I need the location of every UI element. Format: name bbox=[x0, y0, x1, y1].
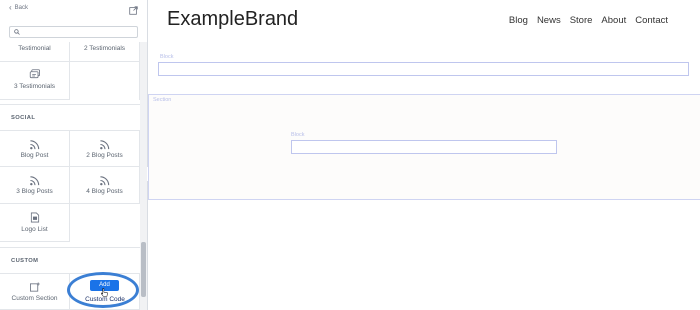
element-tile-2-testimonials[interactable]: 2 Testimonials bbox=[70, 42, 140, 62]
external-link-icon[interactable] bbox=[129, 6, 138, 15]
element-tile-3-testimonials[interactable]: 3 Testimonials bbox=[0, 62, 70, 100]
app-root: ‹ Back Testimonial 2 Testimonials 3 Test… bbox=[0, 0, 700, 310]
logo-list-icon bbox=[30, 212, 39, 223]
nav-link-store[interactable]: Store bbox=[570, 15, 593, 26]
element-sidebar: ‹ Back Testimonial 2 Testimonials 3 Test… bbox=[0, 0, 148, 310]
add-section-icon bbox=[29, 282, 40, 292]
empty-section[interactable]: Section Block bbox=[148, 94, 700, 200]
rss-icon bbox=[29, 176, 39, 186]
tile-label: Logo List bbox=[21, 226, 48, 233]
pointer-cursor-icon bbox=[101, 288, 108, 297]
rss-icon bbox=[29, 140, 39, 150]
back-link[interactable]: ‹ Back bbox=[9, 3, 29, 12]
sidebar-scrollbar[interactable] bbox=[140, 42, 147, 310]
back-label: Back bbox=[14, 5, 29, 11]
element-tile-4-blog-posts[interactable]: 4 Blog Posts bbox=[70, 167, 140, 204]
rss-icon bbox=[99, 176, 109, 186]
tile-label: 4 Blog Posts bbox=[86, 188, 123, 195]
tile-label: 3 Blog Posts bbox=[16, 188, 53, 195]
tile-label: 3 Testimonials bbox=[13, 83, 56, 90]
empty-block[interactable] bbox=[158, 62, 689, 76]
sidebar-topbar: ‹ Back bbox=[0, 0, 147, 22]
section-divider bbox=[0, 104, 140, 105]
empty-tile bbox=[70, 62, 140, 100]
block-label: Block bbox=[291, 132, 305, 138]
nav-link-blog[interactable]: Blog bbox=[509, 15, 528, 26]
nav-link-about[interactable]: About bbox=[601, 15, 626, 26]
scrollbar-thumb[interactable] bbox=[141, 242, 146, 297]
nav-link-contact[interactable]: Contact bbox=[635, 15, 668, 26]
element-tile-custom-section[interactable]: Custom Section bbox=[0, 273, 70, 310]
element-tile-logo-list[interactable]: Logo List bbox=[0, 204, 70, 242]
section-heading-custom: CUSTOM bbox=[11, 258, 39, 264]
block-label: Block bbox=[160, 54, 174, 60]
inner-empty-block[interactable] bbox=[291, 140, 557, 154]
section-heading-social: SOCIAL bbox=[11, 115, 36, 121]
tile-label: Custom Section bbox=[11, 295, 58, 302]
section-label: Section bbox=[153, 97, 172, 103]
main-nav: Blog News Store About Contact bbox=[509, 15, 668, 26]
element-tile-3-blog-posts[interactable]: 3 Blog Posts bbox=[0, 167, 70, 204]
testimonials-icon bbox=[29, 69, 40, 79]
tile-label: Blog Post bbox=[20, 152, 49, 159]
tile-label-custom-code: Custom Code bbox=[85, 296, 125, 303]
search-input[interactable] bbox=[9, 26, 138, 38]
rss-icon bbox=[99, 140, 109, 150]
page-canvas: ExampleBrand Blog News Store About Conta… bbox=[148, 0, 700, 310]
tile-label: Testimonial bbox=[18, 45, 51, 52]
brand-logo[interactable]: ExampleBrand bbox=[167, 8, 298, 31]
nav-link-news[interactable]: News bbox=[537, 15, 561, 26]
search-icon bbox=[14, 29, 20, 35]
tile-label: 2 Testimonials bbox=[83, 45, 126, 52]
element-tile-2-blog-posts[interactable]: 2 Blog Posts bbox=[70, 130, 140, 167]
element-tile-blog-post[interactable]: Blog Post bbox=[0, 130, 70, 167]
chevron-left-icon: ‹ bbox=[9, 3, 12, 12]
tile-label: 2 Blog Posts bbox=[86, 152, 123, 159]
section-divider bbox=[0, 247, 140, 248]
element-tile-testimonial[interactable]: Testimonial bbox=[0, 42, 70, 62]
